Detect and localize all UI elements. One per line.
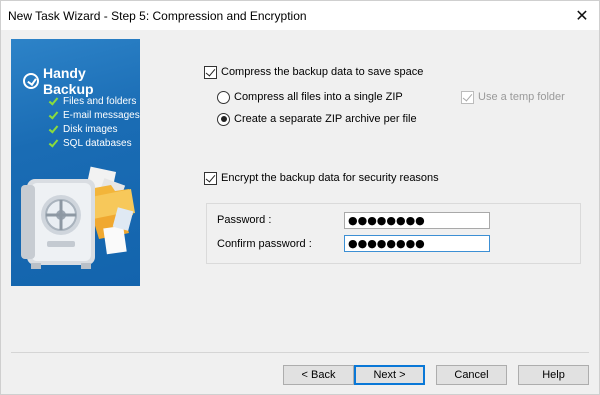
window-title: New Task Wizard - Step 5: Compression an…	[8, 9, 307, 23]
password-label: Password :	[217, 214, 272, 226]
feature-list: Files and folders E-mail messages Disk i…	[49, 94, 140, 150]
check-icon	[49, 139, 57, 147]
feature-item: SQL databases	[49, 136, 140, 150]
compress-checkbox[interactable]	[204, 65, 217, 79]
brand-logo-icon	[23, 73, 39, 89]
check-icon	[49, 125, 57, 133]
back-button[interactable]: < Back	[283, 365, 354, 385]
compress-option[interactable]: Compress the backup data to save space	[204, 64, 423, 80]
brand-name: Handy Backup	[42, 65, 94, 97]
feature-item: Files and folders	[49, 94, 140, 108]
temp-folder-label: Use a temp folder	[478, 91, 565, 103]
check-icon	[49, 111, 57, 119]
feature-label: Disk images	[63, 123, 118, 135]
separate-zip-option[interactable]: Create a separate ZIP archive per file	[217, 111, 417, 127]
separate-zip-radio[interactable]	[217, 112, 230, 126]
confirm-password-field[interactable]: ●●●●●●●●	[344, 235, 490, 252]
feature-item: Disk images	[49, 122, 140, 136]
wizard-window: New Task Wizard - Step 5: Compression an…	[0, 0, 600, 395]
separate-zip-label: Create a separate ZIP archive per file	[234, 113, 417, 125]
product-banner: Handy Backup Files and folders E-mail me…	[11, 39, 140, 286]
feature-item: E-mail messages	[49, 108, 140, 122]
wizard-content: Handy Backup Files and folders E-mail me…	[1, 31, 599, 351]
help-button[interactable]: Help	[518, 365, 589, 385]
feature-label: Files and folders	[63, 95, 137, 107]
encrypt-option[interactable]: Encrypt the backup data for security rea…	[204, 170, 439, 186]
footer-separator	[11, 352, 589, 353]
password-panel: Password : ●●●●●●●● Confirm password : ●…	[206, 203, 581, 264]
compress-label: Compress the backup data to save space	[221, 66, 424, 78]
cancel-button[interactable]: Cancel	[436, 365, 507, 385]
single-zip-radio[interactable]	[217, 90, 230, 104]
single-zip-label: Compress all files into a single ZIP	[234, 91, 403, 103]
check-icon	[49, 97, 57, 105]
feature-label: E-mail messages	[63, 109, 140, 121]
brand: Handy Backup	[23, 65, 140, 97]
safe-icon	[21, 179, 95, 269]
password-field[interactable]: ●●●●●●●●	[344, 212, 490, 229]
safe-illustration	[21, 166, 135, 269]
single-zip-option[interactable]: Compress all files into a single ZIP	[217, 89, 403, 105]
encrypt-checkbox[interactable]	[204, 171, 217, 185]
close-button[interactable]: ✕	[565, 1, 599, 31]
temp-folder-checkbox[interactable]	[461, 90, 474, 104]
temp-folder-option[interactable]: Use a temp folder	[461, 89, 565, 105]
encrypt-label: Encrypt the backup data for security rea…	[221, 172, 439, 184]
feature-label: SQL databases	[63, 137, 132, 149]
title-bar: New Task Wizard - Step 5: Compression an…	[1, 1, 599, 31]
next-button[interactable]: Next >	[354, 365, 425, 385]
confirm-password-label: Confirm password :	[217, 238, 312, 250]
close-icon: ✕	[575, 8, 589, 25]
